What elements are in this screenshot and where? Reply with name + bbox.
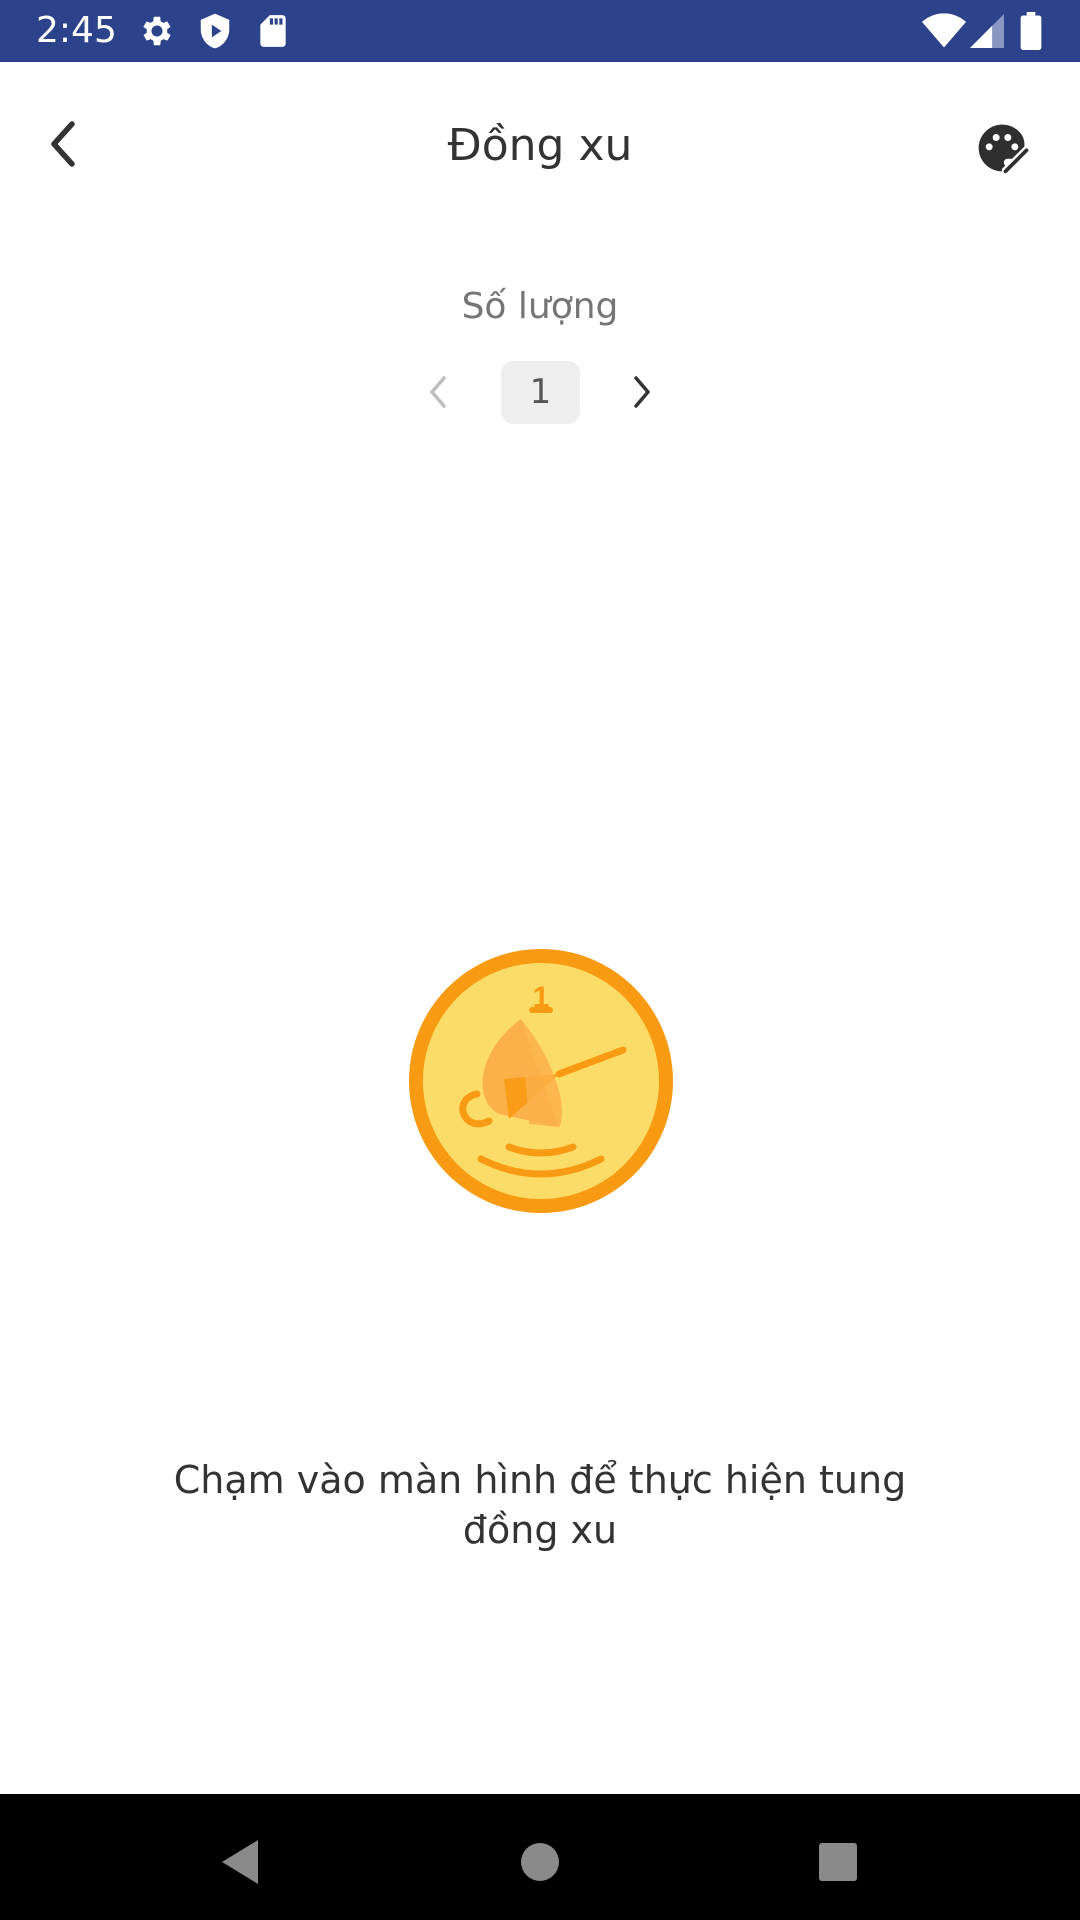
sd-card-icon	[260, 15, 286, 47]
nav-back-button[interactable]	[210, 1832, 270, 1892]
navigation-bar	[0, 1794, 1080, 1920]
gear-icon	[143, 16, 171, 46]
nav-home-button[interactable]	[510, 1832, 570, 1892]
coin[interactable]: 1	[409, 949, 673, 1213]
chevron-left-icon	[430, 376, 446, 408]
home-circle-icon	[521, 1843, 559, 1881]
wifi-icon	[922, 13, 966, 48]
nav-recents-button[interactable]	[808, 1832, 868, 1892]
quantity-label: Số lượng	[461, 286, 619, 327]
recents-square-icon	[819, 1843, 857, 1881]
coin-sailboat-icon: 1	[409, 949, 673, 1213]
app-header: Đồng xu	[0, 62, 1080, 222]
battery-icon	[1020, 12, 1042, 50]
shield-play-icon	[200, 13, 230, 49]
quantity-value[interactable]: 1	[501, 361, 580, 424]
palette-button[interactable]	[966, 112, 1038, 184]
quantity-increase-button[interactable]	[618, 364, 666, 420]
palette-icon	[978, 124, 1029, 174]
chevron-right-icon	[634, 376, 650, 408]
back-triangle-icon	[222, 1840, 258, 1884]
quantity-decrease-button[interactable]	[414, 364, 462, 420]
tap-instruction: Chạm vào màn hình để thực hiện tung đồng…	[173, 1458, 907, 1552]
status-bar: 2:45	[0, 0, 1080, 62]
page-title: Đồng xu	[447, 120, 633, 171]
signal-icon	[970, 14, 1004, 48]
status-time: 2:45	[36, 10, 117, 51]
